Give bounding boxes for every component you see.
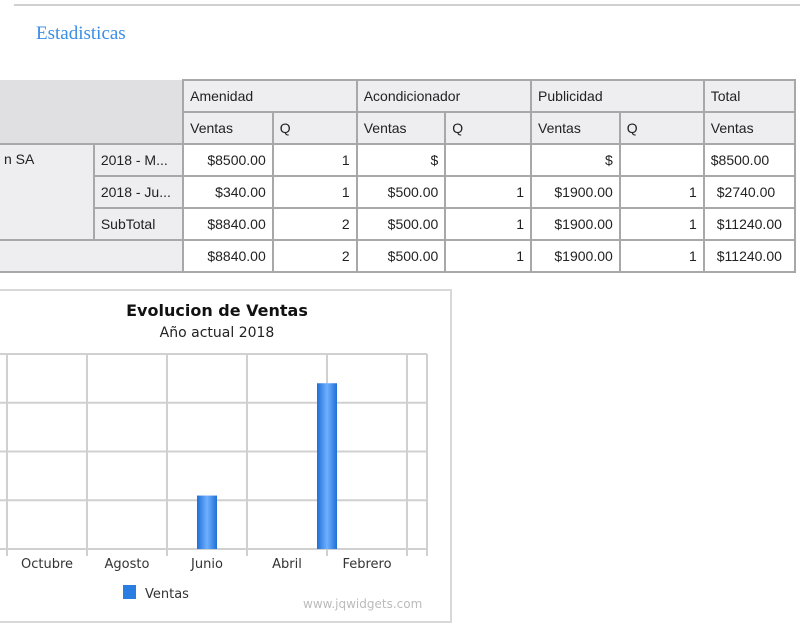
window-frame [14, 0, 800, 6]
table-row: SubTotal $8840.00 2 $500.00 1 $1900.00 1… [0, 208, 795, 240]
column-header: Q [620, 112, 704, 144]
cell: $1900.00 [531, 176, 620, 208]
legend-swatch [123, 585, 136, 599]
cell: $8500.00 [704, 144, 795, 176]
watermark: www.jqwidgets.com [303, 597, 422, 611]
column-header: Q [445, 112, 531, 144]
cell: 1 [620, 176, 704, 208]
group-header: Amenidad [183, 80, 357, 112]
chart-title: Evolucion de Ventas [126, 301, 308, 320]
cell: 1 [273, 176, 357, 208]
bar [197, 496, 217, 549]
cell: $ [357, 144, 446, 176]
group-header: Total [704, 80, 795, 112]
cell: 1 [445, 176, 531, 208]
cell [445, 144, 531, 176]
sales-chart: Evolucion de Ventas Año actual 2018 Dici… [0, 291, 452, 621]
cell: $340.00 [183, 176, 273, 208]
cell: $1900.00 [531, 240, 620, 272]
table-row: n SA 2018 - M... $8500.00 1 $ $ $8500.00 [0, 144, 795, 176]
column-header: Ventas [183, 112, 273, 144]
cell: $500.00 [357, 208, 446, 240]
cell: $500.00 [357, 240, 446, 272]
cell [620, 144, 704, 176]
bar [317, 383, 337, 549]
sales-chart-panel: Evolucion de Ventas Año actual 2018 Dici… [0, 289, 452, 623]
column-header: Ventas [357, 112, 446, 144]
cell: $11240.00 [704, 240, 795, 272]
group-header: Acondicionador [357, 80, 531, 112]
group-header: Publicidad [531, 80, 704, 112]
row-label: 2018 - M... [94, 144, 183, 176]
cell: $ [531, 144, 620, 176]
table-total-row: $8840.00 2 $500.00 1 $1900.00 1 $11240.0… [0, 240, 795, 272]
table-corner [0, 80, 183, 144]
stats-pivot-table: Amenidad Acondicionador Publicidad Total… [0, 79, 796, 273]
cell: $500.00 [357, 176, 446, 208]
page-title: Estadisticas [36, 23, 126, 45]
x-tick-label: Junio [190, 557, 223, 572]
x-tick-label: Octubre [21, 557, 73, 572]
cell: 1 [445, 240, 531, 272]
x-tick-label: Abril [272, 557, 302, 572]
cell: $8840.00 [183, 240, 273, 272]
cell: 2 [273, 208, 357, 240]
client-label: n SA [0, 144, 94, 240]
cell: $11240.00 [704, 208, 795, 240]
cell: $2740.00 [704, 176, 795, 208]
cell: 1 [445, 208, 531, 240]
cell: 1 [620, 240, 704, 272]
cell: 1 [273, 144, 357, 176]
column-header: Ventas [704, 112, 795, 144]
cell: $8500.00 [183, 144, 273, 176]
column-header: Ventas [531, 112, 620, 144]
total-label [0, 240, 183, 272]
chart-subtitle: Año actual 2018 [160, 325, 275, 341]
cell: $8840.00 [183, 208, 273, 240]
row-label: 2018 - Ju... [94, 176, 183, 208]
cell: $1900.00 [531, 208, 620, 240]
table-row: 2018 - Ju... $340.00 1 $500.00 1 $1900.0… [0, 176, 795, 208]
cell: 2 [273, 240, 357, 272]
cell: 1 [620, 208, 704, 240]
row-label: SubTotal [94, 208, 183, 240]
x-tick-label: Febrero [342, 557, 391, 572]
column-header: Q [273, 112, 357, 144]
x-tick-label: Agosto [105, 557, 150, 572]
